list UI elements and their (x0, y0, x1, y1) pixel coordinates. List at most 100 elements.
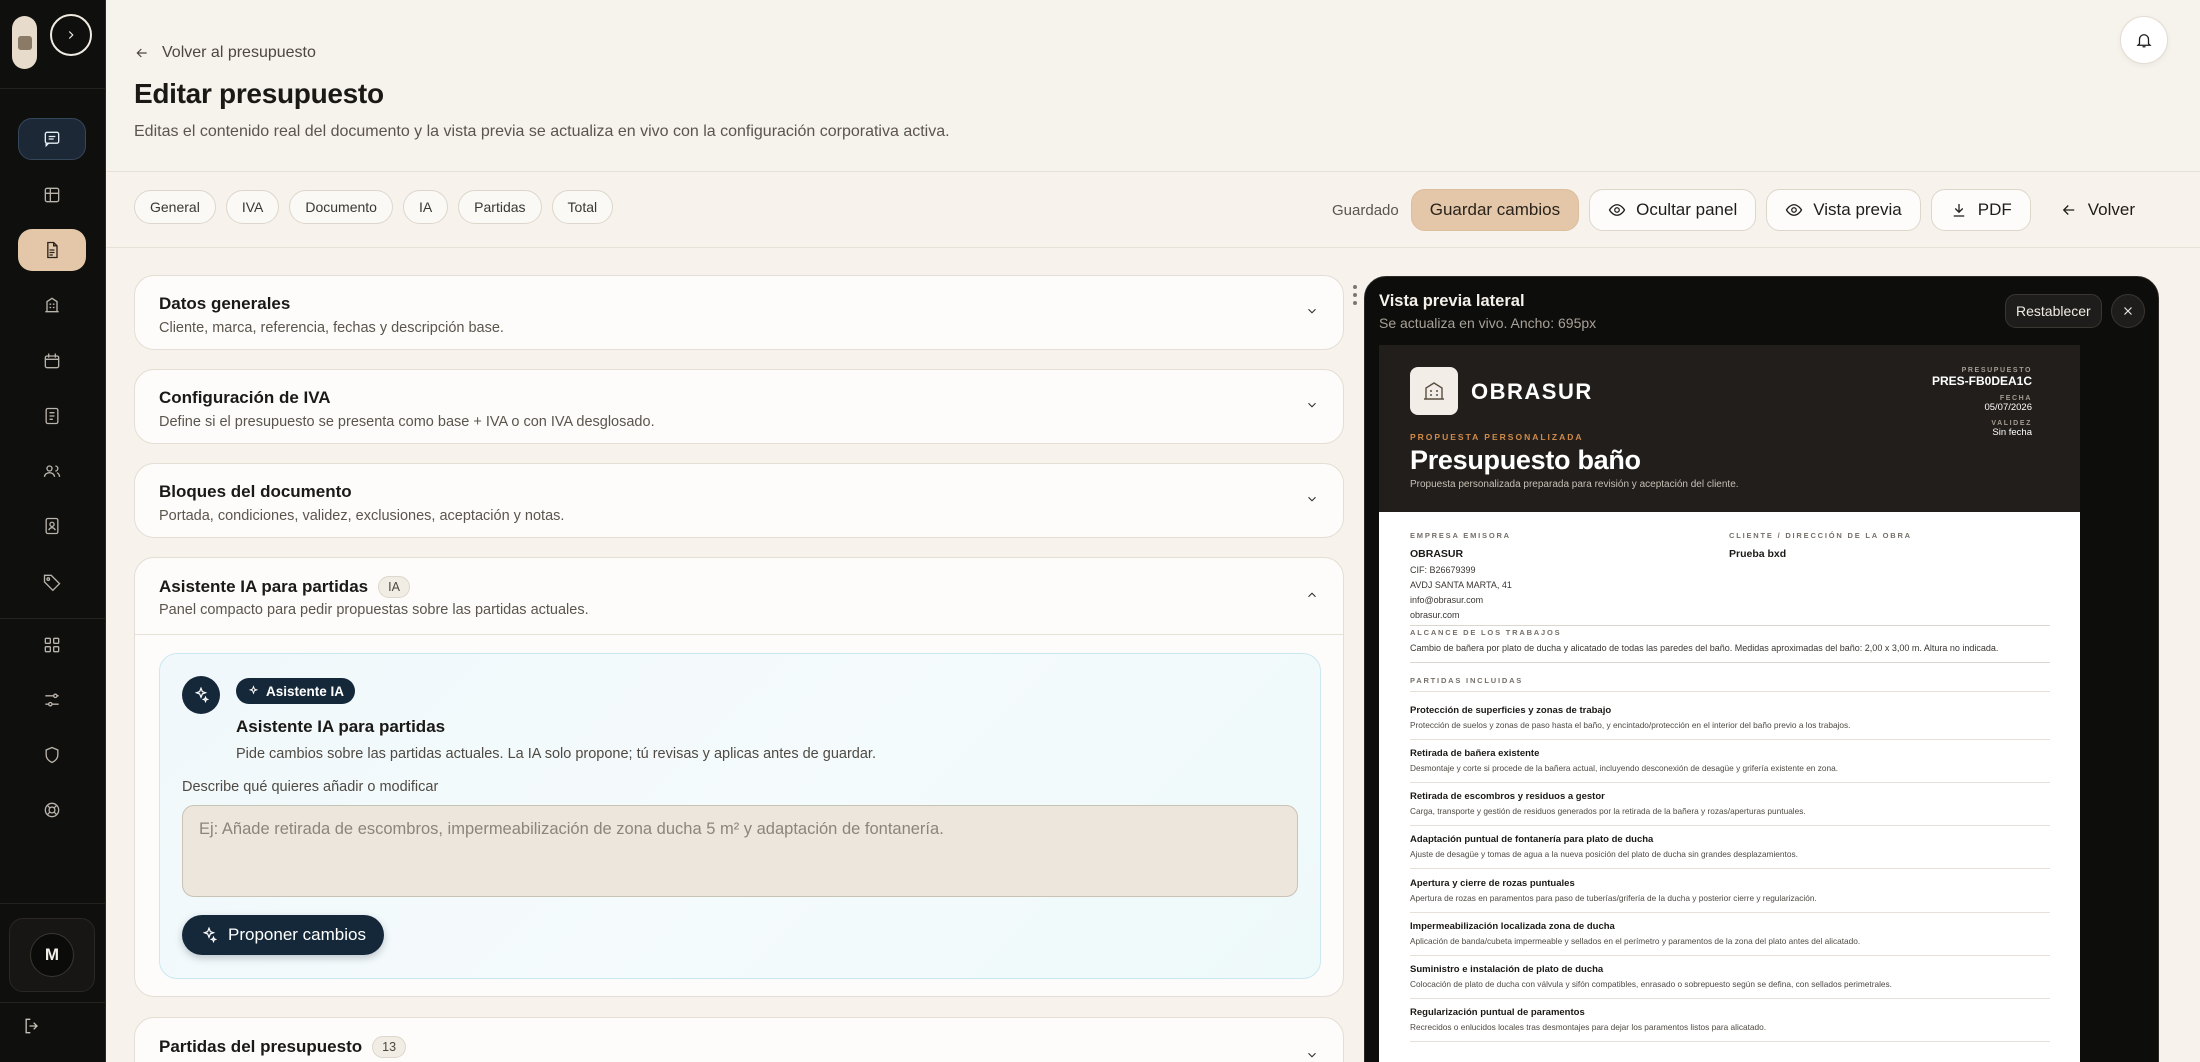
scope-text: Cambio de bañera por plato de ducha y al… (1410, 643, 1999, 653)
item-title: Retirada de escombros y residuos a gesto… (1410, 791, 1605, 802)
close-preview-button[interactable] (2111, 294, 2145, 328)
pdf-button-label: PDF (1977, 200, 2012, 219)
tab-iva[interactable]: IVA (225, 190, 280, 224)
divider (1410, 691, 2050, 692)
section-title-text: Bloques del documento (159, 482, 352, 501)
sparkles-icon (182, 676, 220, 714)
section-general[interactable]: Datos generales Cliente, marca, referenc… (134, 275, 1344, 350)
sidebar-item-table[interactable] (18, 174, 86, 216)
client-block: CLIENTE / DIRECCIÓN DE LA OBRA Prueba bx… (1729, 531, 1912, 560)
app-logo[interactable] (12, 16, 37, 69)
sparkles-icon (248, 684, 259, 694)
pdf-button[interactable]: PDF (1930, 189, 2031, 231)
item-title: Suministro e instalación de plato de duc… (1410, 964, 1604, 975)
panel-resize-handle[interactable] (1352, 285, 1358, 315)
tab-partidas[interactable]: Partidas (458, 190, 542, 224)
page-title: Editar presupuesto (134, 78, 384, 109)
chevron-up-icon[interactable] (1305, 588, 1319, 602)
save-button-label: Guardar cambios (1429, 200, 1561, 219)
hide-panel-button[interactable]: Ocultar panel (1589, 189, 1757, 231)
chevron-down-icon[interactable] (1305, 398, 1319, 412)
divider (1410, 662, 2050, 663)
issuer-email: info@obrasur.com (1410, 595, 1484, 605)
grid-icon (44, 637, 60, 653)
section-ai-assistant: Asistente IA para partidas IA Panel comp… (134, 557, 1344, 997)
notifications-button[interactable] (2120, 16, 2168, 64)
chevron-right-icon (68, 31, 74, 39)
hide-panel-label: Ocultar panel (1636, 200, 1738, 219)
client-name: Prueba bxd (1729, 548, 1787, 560)
sidebar-toggle-button[interactable] (50, 14, 92, 56)
page-subtitle: Editas el contenido real del documento y… (134, 123, 950, 140)
item-title: Impermeabilización localizada zona de du… (1410, 921, 1615, 932)
tab-general[interactable]: General (134, 190, 216, 224)
section-title-text: Configuración de IVA (159, 388, 331, 407)
tab-total[interactable]: Total (551, 190, 614, 224)
editor-toolbar: General IVA Documento IA Partidas Total … (106, 172, 2200, 248)
section-title-text: Asistente IA para partidas (159, 577, 369, 596)
section-iva[interactable]: Configuración de IVA Define si el presup… (134, 369, 1344, 444)
user-menu[interactable]: M (9, 918, 95, 992)
ai-assistant-card: Asistente IA Asistente IA para partidas … (159, 653, 1321, 979)
preview-panel: Vista previa lateral Se actualiza en viv… (1364, 276, 2159, 1062)
logo-image (17, 35, 32, 50)
item-description: Colocación de plato de ducha con válvula… (1410, 979, 1892, 989)
chevron-down-icon[interactable] (1305, 304, 1319, 318)
ai-prompt-input[interactable] (182, 805, 1298, 897)
section-title[interactable]: Asistente IA para partidas IA (159, 576, 410, 598)
document-meta: PRESUPUESTO PRES-FB0DEA1C FECHA 05/07/20… (1932, 367, 2032, 445)
reset-button[interactable]: Restablecer (2005, 294, 2102, 328)
sidebar-item-support[interactable] (18, 789, 86, 831)
sidebar-item-users[interactable] (18, 450, 86, 492)
sidebar-item-companies[interactable] (18, 284, 86, 326)
sidebar-item-calendar[interactable] (18, 340, 86, 382)
section-title-text: Datos generales (159, 294, 291, 313)
sidebar-divider (0, 1002, 106, 1003)
sidebar-item-apps[interactable] (18, 624, 86, 666)
notes-icon (45, 407, 59, 425)
sidebar-item-tags[interactable] (18, 561, 86, 603)
sidebar-item-notes[interactable] (18, 395, 86, 437)
document-item: Protección de superficies y zonas de tra… (1410, 705, 2050, 740)
preview-button-label: Vista previa (1813, 200, 1902, 219)
ai-card-description: Pide cambios sobre las partidas actuales… (236, 746, 876, 762)
eye-icon (1786, 204, 1803, 216)
chevron-down-icon[interactable] (1305, 1048, 1319, 1062)
section-title: Partidas del presupuesto 13 (159, 1036, 407, 1058)
divider (1410, 998, 2050, 999)
arrow-left-icon (2062, 205, 2074, 215)
issuer-name: OBRASUR (1410, 548, 1464, 560)
tab-ia[interactable]: IA (402, 190, 449, 224)
issuer-cif: CIF: B26679399 (1410, 565, 1476, 575)
back-to-budget-link[interactable]: Volver al presupuesto (134, 44, 316, 62)
back-button[interactable]: Volver (2041, 189, 2154, 231)
bell-icon (2136, 34, 2152, 48)
sidebar-item-settings[interactable] (18, 679, 86, 721)
preview-button[interactable]: Vista previa (1766, 189, 1921, 231)
logout-button[interactable] (22, 1016, 44, 1038)
back-button-label: Volver (2087, 200, 2135, 219)
section-tabs: General IVA Documento IA Partidas Total (134, 190, 614, 224)
logout-icon (25, 1018, 38, 1034)
document-item: Adaptación puntual de fontanería para pl… (1410, 834, 2050, 869)
chevron-down-icon[interactable] (1305, 492, 1319, 506)
back-link-label: Volver al presupuesto (162, 44, 316, 61)
section-items[interactable]: Partidas del presupuesto 13 (134, 1017, 1344, 1062)
section-blocks[interactable]: Bloques del documento Portada, condicion… (134, 463, 1344, 538)
tab-documento[interactable]: Documento (289, 190, 393, 224)
ai-badge: IA (378, 576, 410, 598)
divider (1410, 625, 2050, 626)
propose-changes-button[interactable]: Proponer cambios (182, 915, 384, 955)
ai-badge-label: Asistente IA (266, 683, 345, 699)
users-icon (43, 465, 61, 477)
sidebar-item-contacts[interactable] (18, 505, 86, 547)
item-description: Recrecidos o enlucidos locales tras desm… (1410, 1022, 1767, 1032)
sidebar-item-budgets[interactable] (18, 229, 86, 271)
divider (1410, 868, 2050, 869)
close-icon (2124, 307, 2132, 315)
sidebar-item-messages[interactable] (18, 118, 86, 160)
section-description: Panel compacto para pedir propuestas sob… (159, 602, 589, 618)
sidebar-item-security[interactable] (18, 734, 86, 776)
document-header: OBRASUR PROPUESTA PERSONALIZADA Presupue… (1379, 345, 2080, 512)
save-button[interactable]: Guardar cambios (1410, 189, 1580, 231)
